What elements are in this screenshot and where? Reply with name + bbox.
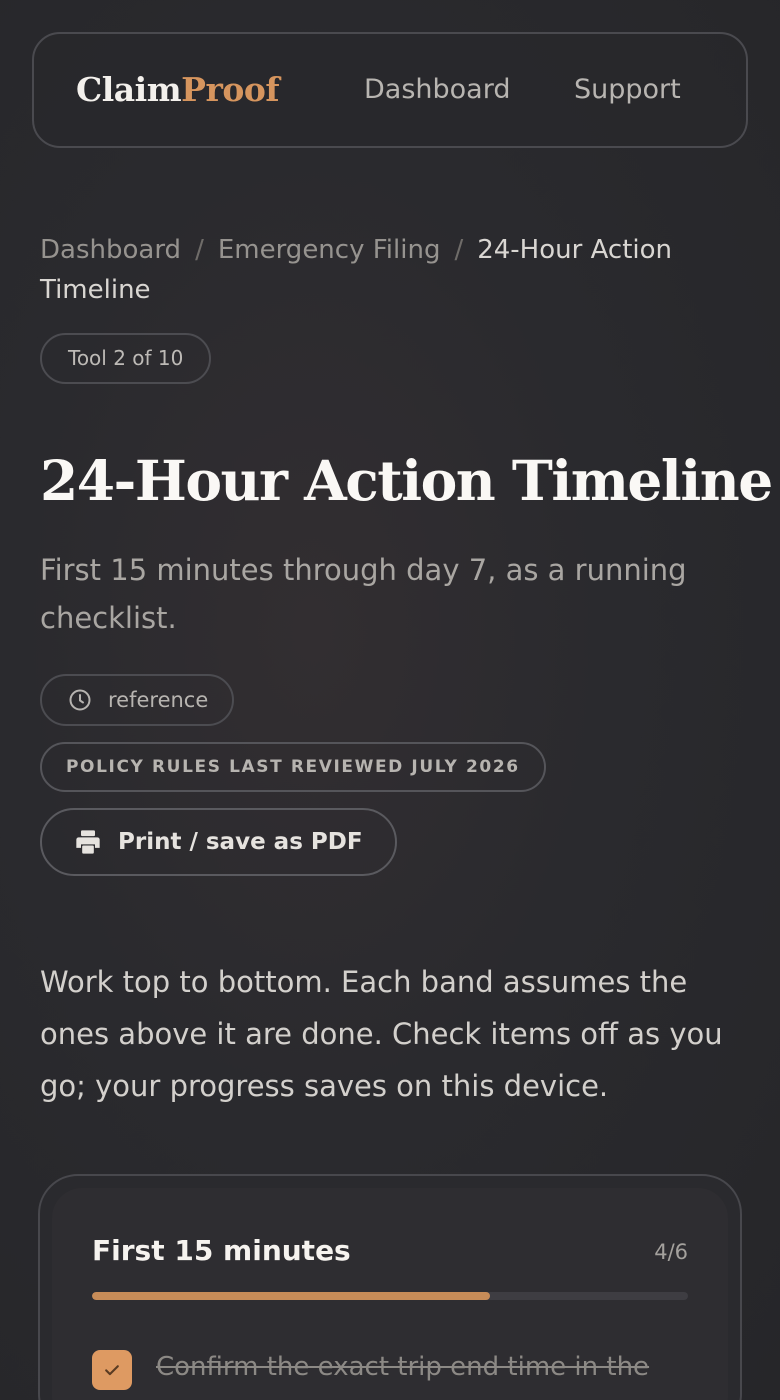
- breadcrumb-separator: /: [195, 235, 204, 265]
- clock-icon: [69, 689, 91, 711]
- nav-link-dashboard[interactable]: Dashboard: [364, 74, 510, 105]
- breadcrumb-separator: /: [454, 235, 464, 265]
- breadcrumb-emergency-filing[interactable]: Emergency Filing: [218, 235, 441, 265]
- review-date-badge: POLICY RULES LAST REVIEWED JULY 2026: [40, 742, 546, 792]
- page-title: 24-Hour Action Timeline: [40, 448, 773, 513]
- type-tag-label: reference: [108, 688, 209, 712]
- brand-name-part-2: Proof: [181, 70, 280, 109]
- intro-text: Work top to bottom. Each band assumes th…: [40, 965, 723, 1103]
- print-pdf-button[interactable]: Print / save as PDF: [40, 808, 397, 876]
- checklist-item-text: Confirm the exact trip end time in the: [156, 1352, 650, 1382]
- tool-counter-pill: Tool 2 of 10: [40, 333, 212, 384]
- brand-logo[interactable]: ClaimProof: [76, 70, 280, 109]
- band-first-15-minutes: First 15 minutes 4/6 Confirm the exact t…: [52, 1188, 728, 1400]
- band-title: First 15 minutes: [92, 1234, 351, 1267]
- checklist-checkbox[interactable]: [92, 1350, 132, 1390]
- top-nav: ClaimProof Dashboard Support: [32, 32, 748, 148]
- band-progress-count: 4/6: [654, 1240, 688, 1264]
- page-subtitle: First 15 minutes through day 7, as a run…: [40, 553, 687, 635]
- breadcrumb: Dashboard / Emergency Filing/24-Hour Actio…: [40, 230, 740, 310]
- band-progress-bar: [92, 1292, 688, 1300]
- check-icon: [105, 1365, 119, 1376]
- brand-name-part-1: Claim: [76, 70, 182, 109]
- print-pdf-label: Print / save as PDF: [118, 829, 363, 855]
- nav-link-support[interactable]: Support: [574, 74, 681, 105]
- breadcrumb-dashboard[interactable]: Dashboard: [40, 235, 181, 265]
- printer-icon: [76, 830, 100, 854]
- band-progress-fill: [92, 1292, 490, 1300]
- type-tag: reference: [40, 674, 235, 726]
